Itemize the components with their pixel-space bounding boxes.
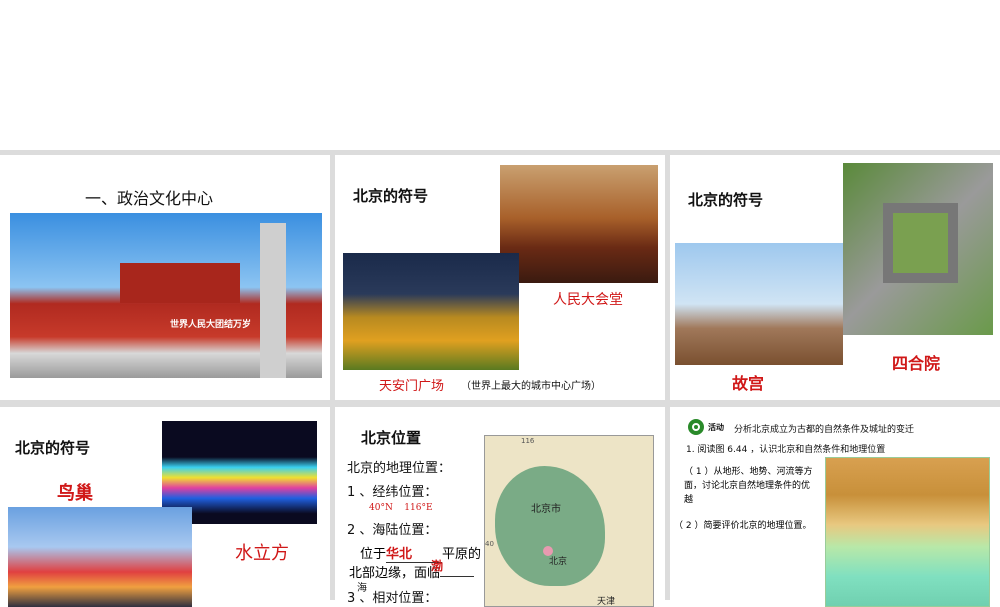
caption-siheyuan: 四合院: [892, 354, 941, 373]
capital-marker: [543, 546, 553, 556]
slide-title: 一、政治文化中心: [85, 189, 214, 208]
banner-text: 世界人民大团结万岁: [170, 320, 252, 330]
text: 位于: [360, 547, 387, 562]
slide-title: 北京的符号: [353, 187, 429, 205]
question-2: （ 2 ）简要评价北京的地理位置。: [674, 521, 812, 531]
slide-title: 北京位置: [361, 429, 422, 447]
map-label: 天津: [597, 597, 616, 607]
slide-thumbnail-2[interactable]: 北京的符号 人民大会堂 天安门广场 （世界上最大的城市中心广场）: [335, 155, 665, 400]
great-hall-photo: [500, 165, 658, 283]
coordinates: 40°N 116°E: [369, 503, 433, 513]
courtyard: [883, 203, 958, 283]
caption-square: 天安门广场: [379, 379, 445, 394]
map-label: 北京: [549, 557, 568, 567]
text-line: 北京的地理位置：: [347, 461, 452, 476]
text-line: 2 、海陆位置：: [347, 523, 438, 538]
siheyuan-photo: [843, 163, 993, 335]
slide-thumbnail-6[interactable]: 活动 分析北京成立为古都的自然条件及城址的变迁 1. 阅读图 6.44 ，认识北…: [670, 407, 1000, 607]
activity-heading: 分析北京成立为古都的自然条件及城址的变迁: [734, 425, 915, 435]
slide-thumbnail-1[interactable]: 一、政治文化中心 世界人民大团结万岁: [0, 155, 330, 400]
blank-top-area: [0, 0, 1000, 150]
slide-thumbnail-5[interactable]: 北京位置 北京的地理位置： 1 、经纬位置： 40°N 116°E 2 、海陆位…: [335, 407, 665, 607]
caption-water-cube: 水立方: [235, 543, 289, 564]
text-line: 1 、经纬位置：: [347, 485, 438, 500]
map-label: 40: [485, 540, 494, 548]
text-line: 北部边缘，面临: [349, 562, 475, 581]
gate-tower: [120, 263, 240, 303]
beijing-region: [495, 466, 605, 586]
activity-label: 活动: [708, 423, 724, 432]
slide-thumbnail-3[interactable]: 北京的符号 故宫 四合院: [670, 155, 1000, 400]
text-line: 3 、相对位置：: [347, 591, 438, 606]
text: 平原的: [442, 547, 482, 562]
slide-sorter-grid: 一、政治文化中心 世界人民大团结万岁 北京的符号 人民大会堂 天安门广场 （世界…: [0, 150, 1000, 607]
slide-title: 北京的符号: [688, 191, 764, 209]
caption-note: （世界上最大的城市中心广场）: [461, 381, 601, 392]
tiananmen-photo: 世界人民大团结万岁: [10, 213, 322, 378]
map-label: 116: [521, 437, 535, 445]
question-1: 1. 阅读图 6.44 ，认识北京和自然条件和地理位置: [686, 445, 886, 455]
caption-great-hall: 人民大会堂: [553, 292, 623, 308]
map-label: 北京市: [531, 504, 561, 515]
slide-thumbnail-4[interactable]: 北京的符号 鸟巢 水立方: [0, 407, 330, 607]
forbidden-city-photo: [675, 243, 843, 365]
beijing-map: 116 40 北京市 北京 天津: [484, 435, 654, 607]
birds-nest-photo: [8, 507, 192, 607]
caption-forbidden-city: 故宫: [732, 374, 765, 393]
activity-icon: [688, 419, 704, 435]
fill-blank: 渤: [431, 559, 444, 573]
caption-birds-nest: 鸟巢: [57, 483, 93, 504]
text-line: 位于华北 平原的: [360, 543, 481, 563]
terrain-map: [825, 457, 990, 607]
slide-title: 北京的符号: [15, 439, 91, 457]
tiananmen-square-photo: [343, 253, 519, 370]
huabiao-column: [260, 223, 286, 378]
question-1a: （ 1 ）从地形、地势、河流等方面，讨论北京自然地理条件的优越: [684, 467, 813, 505]
